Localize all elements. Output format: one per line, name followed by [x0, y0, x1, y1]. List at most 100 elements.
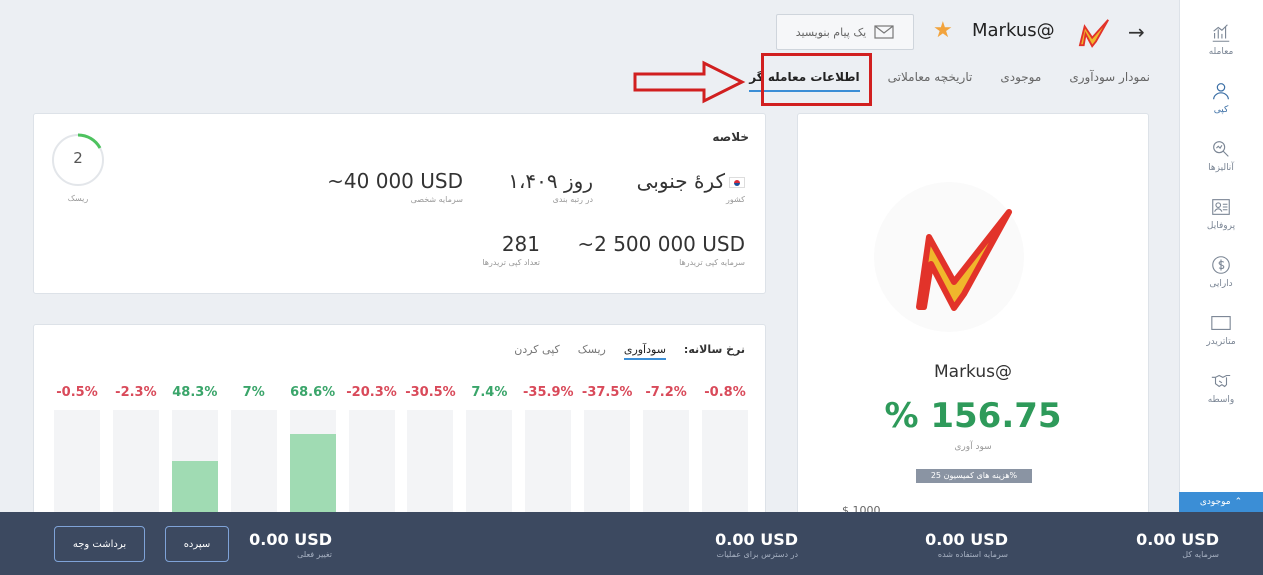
bar-track	[584, 410, 631, 523]
sidebar-item-label: دارایی	[1209, 279, 1233, 289]
bar-chart	[54, 410, 748, 523]
bar-track	[525, 410, 572, 523]
copy-capital-stat: ~2 500 000 USD سرمایه کپی تریدرها	[577, 232, 745, 267]
personal-capital-stat: ~40 000 USD سرمایه شخصی	[327, 169, 463, 204]
chart-header: نرخ سالانه: سودآوری ریسک کپی کردن	[514, 343, 745, 360]
message-button-label: یک پیام بنویسید	[795, 25, 867, 39]
bar-value-label: 48.3%	[172, 385, 218, 400]
bar-track	[466, 410, 513, 523]
bar-track	[348, 410, 395, 523]
annual-rate-card: نرخ سالانه: سودآوری ریسک کپی کردن -0.5% -…	[33, 324, 766, 524]
sidebar-item-label: واسطه	[1207, 395, 1235, 405]
commission-badge: هزینه های کمیسیون 25%	[916, 469, 1032, 483]
bar-value-label: -2.3%	[115, 385, 157, 400]
summary-card: خلاصه 2 ریسک کرهٔ جنوبی کشور ۱،۴۰۹ روز د…	[33, 113, 766, 294]
profile-card: Markus@ % 156.75 سود آوری هزینه های کمیس…	[797, 113, 1149, 523]
current-change-label: تغییر فعلی	[297, 550, 332, 559]
country-value: کرهٔ جنوبی	[636, 169, 725, 193]
profit-value: % 156.75	[884, 396, 1062, 436]
available-label: در دسترس برای عملیات	[716, 550, 798, 559]
copy-capital-label: سرمایه کپی تریدرها	[679, 258, 745, 267]
copiers-stat: 281 تعداد کپی تریدرها	[482, 232, 540, 267]
chevron-up-icon: ⌃	[1234, 497, 1243, 507]
balance-toggle[interactable]: موجودی ⌃	[1179, 492, 1263, 512]
bar-value-label: -0.8%	[704, 385, 746, 400]
bar-track	[702, 410, 748, 523]
sidebar-item-label: متاتریدر	[1206, 337, 1236, 347]
sidebar-item-assets[interactable]: دارایی	[1179, 242, 1263, 300]
sidebar-item-label: کپی	[1213, 105, 1229, 115]
trader-logo	[1078, 19, 1109, 48]
personal-capital-value: ~40 000 USD	[327, 169, 463, 193]
chart-tab-risk[interactable]: ریسک	[578, 343, 606, 360]
bar-track	[643, 410, 690, 523]
back-arrow-icon[interactable]: →	[1128, 20, 1145, 44]
handshake-icon	[1211, 374, 1231, 388]
bar-value-label: -35.9%	[523, 385, 574, 400]
sidebar-item-trade[interactable]: معامله	[1179, 10, 1263, 68]
profile-name: Markus@	[933, 362, 1013, 382]
country-stat: کرهٔ جنوبی کشور	[637, 169, 745, 204]
envelope-icon	[874, 25, 894, 39]
days-label: در رتبه بندی	[552, 195, 593, 204]
tab-balance[interactable]: موجودی	[1000, 70, 1041, 92]
bar-value-label: -20.3%	[346, 385, 397, 400]
trader-name: Markus@	[972, 20, 1055, 41]
sidebar: معامله کپی آنالیزها پروفایل دارایی متاتر…	[1179, 0, 1263, 512]
days-stat: ۱،۴۰۹ روز در رتبه بندی	[508, 169, 593, 204]
bar-value-label: 68.6%	[290, 385, 336, 400]
deposit-button[interactable]: سپرده	[165, 526, 229, 562]
write-message-button[interactable]: یک پیام بنویسید	[776, 14, 914, 50]
balance-tab-label: موجودی	[1199, 497, 1231, 507]
metatrader-icon	[1211, 316, 1231, 330]
total-balance-label: سرمایه کل	[1182, 550, 1219, 559]
total-balance-value: 0.00 USD	[1136, 530, 1219, 549]
risk-value: 2	[73, 149, 83, 167]
tab-profit-chart[interactable]: نمودار سودآوری	[1069, 70, 1150, 92]
withdraw-button[interactable]: برداشت وجه	[54, 526, 145, 562]
summary-title: خلاصه	[712, 130, 749, 144]
bar-track	[54, 410, 100, 523]
dollar-icon	[1212, 256, 1230, 274]
chart-title: نرخ سالانه:	[683, 343, 745, 356]
days-value: ۱،۴۰۹ روز	[508, 169, 593, 193]
sidebar-item-copy[interactable]: کپی	[1179, 68, 1263, 126]
highlight-box	[761, 53, 872, 106]
bar-value-label: -7.2%	[645, 385, 687, 400]
sidebar-item-label: پروفایل	[1206, 221, 1236, 231]
chart-tab-profit[interactable]: سودآوری	[623, 343, 666, 360]
bar-value-label: 7.4%	[471, 385, 508, 400]
sidebar-item-broker[interactable]: واسطه	[1179, 358, 1263, 416]
country-label: کشور	[726, 195, 745, 204]
used-capital-value: 0.00 USD	[925, 530, 1008, 549]
used-capital-label: سرمایه استفاده شده	[937, 550, 1008, 559]
copiers-value: 281	[501, 232, 540, 256]
tab-trade-history[interactable]: تاریخچه معاملاتی	[888, 70, 973, 92]
korea-flag-icon	[729, 177, 745, 188]
current-change-value: 0.00 USD	[249, 530, 332, 549]
bar-track	[112, 410, 159, 523]
favorite-star-icon[interactable]: ★	[933, 18, 953, 43]
copy-capital-value: ~2 500 000 USD	[577, 232, 745, 256]
sidebar-item-analysis[interactable]: آنالیزها	[1179, 126, 1263, 184]
analysis-icon	[1213, 141, 1229, 157]
bar-value-label: -37.5%	[581, 385, 633, 400]
copy-user-icon	[1213, 83, 1229, 100]
sidebar-item-label: معامله	[1208, 47, 1234, 57]
bar	[289, 434, 336, 523]
bar-value-label: 7%	[242, 385, 265, 400]
bar-value-label: -30.5%	[405, 385, 456, 400]
sidebar-item-label: آنالیزها	[1208, 163, 1234, 173]
profile-icon	[1212, 199, 1230, 215]
sidebar-item-profile[interactable]: پروفایل	[1179, 184, 1263, 242]
copiers-label: تعداد کپی تریدرها	[482, 258, 540, 267]
bar-track	[407, 410, 454, 523]
trade-icon	[1212, 24, 1230, 42]
risk-label: ریسک	[67, 194, 89, 203]
highlight-arrow	[633, 60, 746, 104]
profit-caption: سود آوری	[954, 442, 992, 452]
chart-tab-copy[interactable]: کپی کردن	[514, 343, 560, 360]
account-bottom-bar: 0.00 USD سرمایه کل 0.00 USD سرمایه استفا…	[0, 512, 1263, 575]
sidebar-item-metatrader[interactable]: متاتریدر	[1179, 300, 1263, 358]
personal-capital-label: سرمایه شخصی	[410, 195, 463, 204]
